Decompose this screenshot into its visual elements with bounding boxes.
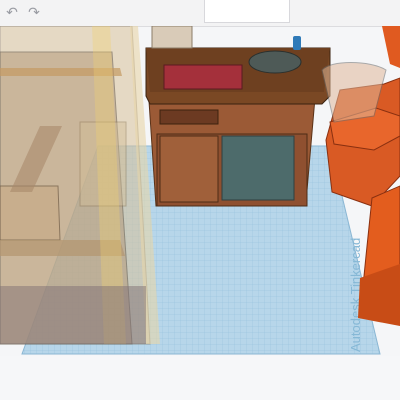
- scene-canvas[interactable]: Autodesk Tinkercad: [0, 26, 400, 400]
- redo-icon[interactable]: ↷: [24, 3, 44, 23]
- kitchen-cabinet[interactable]: [145, 36, 331, 207]
- top-toolbar: ↶ ↷: [0, 0, 400, 27]
- view-tab[interactable]: [204, 0, 290, 23]
- wall-segment[interactable]: [151, 26, 193, 49]
- glass-cabinet[interactable]: [0, 26, 160, 345]
- viewport-empty-area: [0, 356, 400, 400]
- undo-icon[interactable]: ↶: [2, 3, 22, 23]
- 3d-viewport[interactable]: Autodesk Tinkercad: [0, 26, 400, 400]
